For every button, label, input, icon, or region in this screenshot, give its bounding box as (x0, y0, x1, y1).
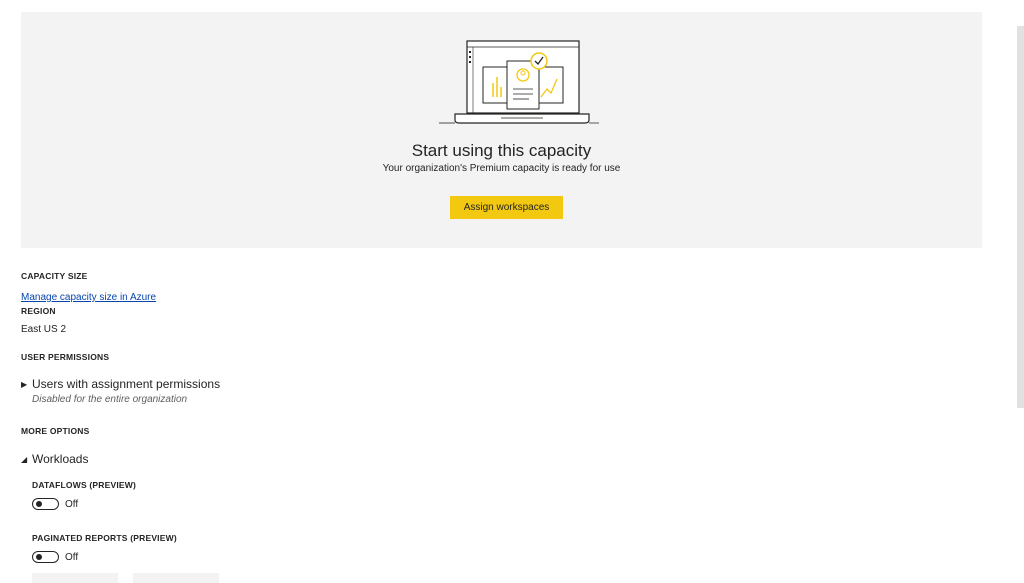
hero-banner: Start using this capacity Your organizat… (21, 12, 982, 248)
toggle-knob (36, 501, 42, 507)
region-value: East US 2 (21, 324, 67, 335)
assign-workspaces-button[interactable]: Assign workspaces (450, 196, 563, 219)
dataflows-heading: DATAFLOWS (PREVIEW) (32, 480, 137, 490)
paginated-reports-toggle[interactable] (32, 551, 59, 563)
paginated-reports-toggle-state: Off (65, 551, 79, 563)
capacity-size-heading: CAPACITY SIZE (21, 271, 88, 281)
users-assignment-permissions-label: Users with assignment permissions (32, 377, 221, 391)
region-heading: REGION (21, 306, 56, 316)
user-permissions-heading: USER PERMISSIONS (21, 352, 110, 362)
footer-button-right[interactable] (133, 573, 219, 583)
users-assignment-permissions-expander[interactable]: ▶ Users with assignment permissions (21, 377, 220, 391)
toggle-knob (36, 554, 42, 560)
dataflows-toggle-row: Off (32, 498, 78, 510)
paginated-reports-toggle-row: Off (32, 551, 78, 563)
users-assignment-permissions-status: Disabled for the entire organization (32, 394, 188, 405)
workloads-label: Workloads (32, 452, 89, 466)
footer-button-left[interactable] (32, 573, 118, 583)
manage-capacity-link[interactable]: Manage capacity size in Azure (21, 292, 156, 303)
hero-title: Start using this capacity (411, 141, 592, 160)
caret-right-icon: ▶ (21, 379, 28, 389)
paginated-reports-heading: PAGINATED REPORTS (PREVIEW) (32, 533, 177, 543)
more-options-heading: MORE OPTIONS (21, 426, 90, 436)
dataflows-toggle-state: Off (65, 498, 79, 510)
vertical-scrollbar[interactable] (1017, 26, 1024, 408)
dataflows-toggle[interactable] (32, 498, 59, 510)
hero-subtitle: Your organization's Premium capacity is … (382, 163, 621, 174)
laptop-reports-illustration (439, 40, 599, 124)
caret-down-icon: ◢ (21, 454, 28, 464)
workloads-expander[interactable]: ◢ Workloads (21, 452, 88, 466)
